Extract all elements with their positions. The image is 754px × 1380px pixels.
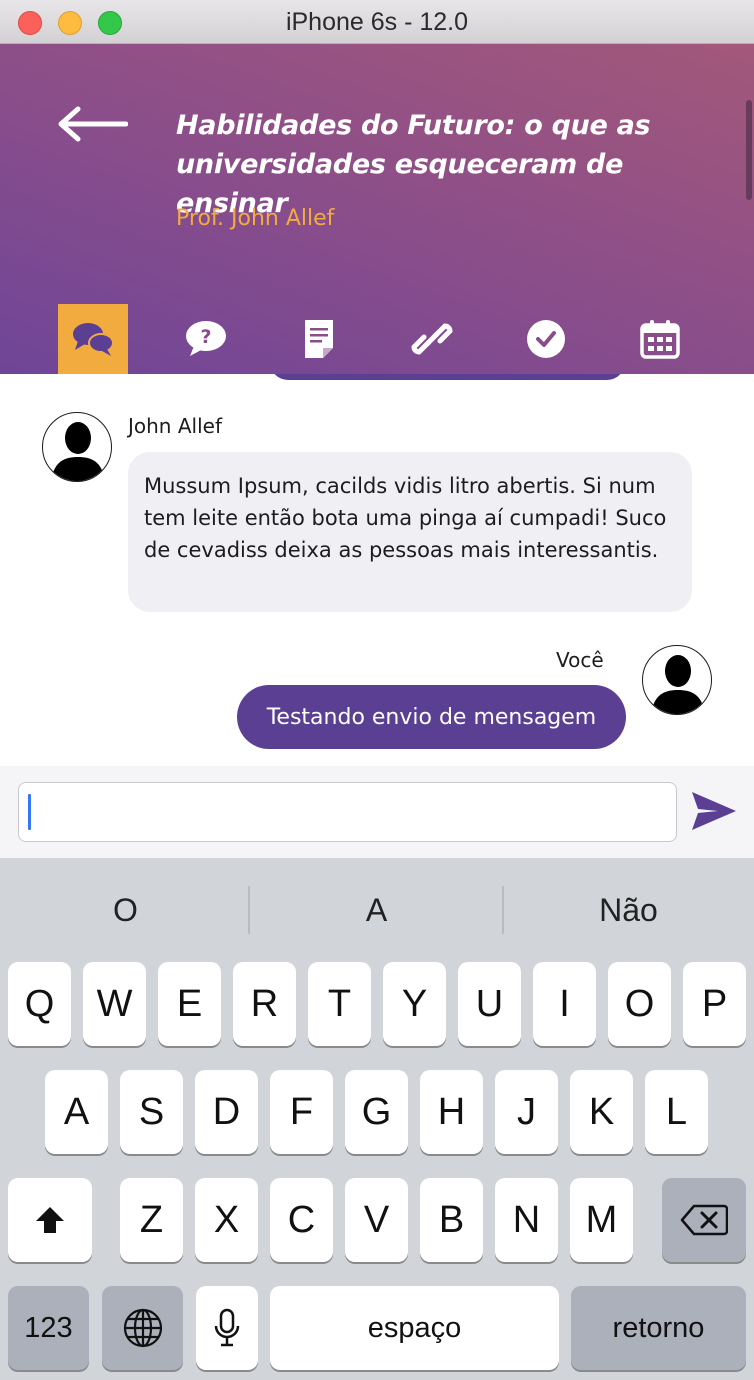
professor-name: Prof. John Allef bbox=[176, 206, 335, 231]
course-header: Habilidades do Futuro: o que as universi… bbox=[0, 44, 754, 374]
link-icon bbox=[411, 323, 453, 355]
tab-calendar[interactable] bbox=[625, 304, 695, 374]
key-y[interactable]: Y bbox=[383, 962, 446, 1046]
globe-icon bbox=[123, 1308, 162, 1348]
key-i[interactable]: I bbox=[533, 962, 596, 1046]
key-w[interactable]: W bbox=[83, 962, 146, 1046]
tab-documents[interactable] bbox=[284, 304, 354, 374]
key-r[interactable]: R bbox=[233, 962, 296, 1046]
key-t[interactable]: T bbox=[308, 962, 371, 1046]
suggestion-divider bbox=[248, 886, 250, 934]
backspace-icon bbox=[680, 1204, 728, 1236]
key-d[interactable]: D bbox=[195, 1070, 258, 1154]
key-m[interactable]: M bbox=[570, 1178, 633, 1262]
calendar-icon bbox=[640, 320, 680, 359]
back-arrow-icon[interactable] bbox=[56, 106, 128, 142]
key-l[interactable]: L bbox=[645, 1070, 708, 1154]
tab-links[interactable] bbox=[397, 304, 467, 374]
message-composer bbox=[0, 766, 754, 858]
window-titlebar: iPhone 6s - 12.0 bbox=[0, 0, 754, 44]
outgoing-message-bubble: Testando envio de mensagem bbox=[237, 685, 626, 749]
key-f[interactable]: F bbox=[270, 1070, 333, 1154]
microphone-icon bbox=[214, 1308, 240, 1347]
predictive-bar: O A Não bbox=[0, 858, 754, 962]
tab-chat[interactable] bbox=[58, 304, 128, 374]
key-u[interactable]: U bbox=[458, 962, 521, 1046]
key-p[interactable]: P bbox=[683, 962, 746, 1046]
svg-text:?: ? bbox=[200, 326, 211, 348]
user-silhouette-icon bbox=[651, 655, 705, 714]
key-g[interactable]: G bbox=[345, 1070, 408, 1154]
numbers-key[interactable]: 123 bbox=[8, 1286, 89, 1370]
suggestion-3[interactable]: Não bbox=[503, 884, 754, 936]
key-b[interactable]: B bbox=[420, 1178, 483, 1262]
backspace-key[interactable] bbox=[662, 1178, 746, 1262]
key-z[interactable]: Z bbox=[120, 1178, 183, 1262]
return-key[interactable]: retorno bbox=[571, 1286, 746, 1370]
window-title: iPhone 6s - 12.0 bbox=[285, 8, 469, 36]
chat-area[interactable]: John Allef Mussum Ipsum, cacilds vidis l… bbox=[0, 374, 754, 766]
suggestion-1[interactable]: O bbox=[0, 884, 251, 936]
key-a[interactable]: A bbox=[45, 1070, 108, 1154]
checkmark-circle-icon bbox=[527, 320, 565, 358]
key-s[interactable]: S bbox=[120, 1070, 183, 1154]
message-sender: John Allef bbox=[128, 414, 222, 438]
onscreen-keyboard: O A Não Q W E R T Y U I O P A S D F G H … bbox=[0, 858, 754, 1380]
previous-message-bubble bbox=[270, 374, 625, 380]
key-j[interactable]: J bbox=[495, 1070, 558, 1154]
chat-bubbles-icon bbox=[73, 323, 114, 356]
shift-arrow-icon bbox=[36, 1207, 64, 1233]
avatar bbox=[642, 645, 712, 715]
key-n[interactable]: N bbox=[495, 1178, 558, 1262]
text-cursor bbox=[28, 794, 31, 830]
scrollbar[interactable] bbox=[746, 100, 752, 200]
key-q[interactable]: Q bbox=[8, 962, 71, 1046]
suggestion-2[interactable]: A bbox=[251, 884, 502, 936]
key-c[interactable]: C bbox=[270, 1178, 333, 1262]
key-e[interactable]: E bbox=[158, 962, 221, 1046]
message-sender: Você bbox=[556, 648, 604, 672]
tab-questions[interactable]: ? bbox=[171, 304, 241, 374]
send-icon[interactable] bbox=[690, 790, 738, 832]
message-input[interactable] bbox=[18, 782, 677, 842]
dictation-key[interactable] bbox=[196, 1286, 258, 1370]
course-title-line-1: Habilidades do Futuro: o que as bbox=[176, 110, 651, 141]
tab-tasks[interactable] bbox=[511, 304, 581, 374]
incoming-message-bubble: Mussum Ipsum, cacilds vidis litro aberti… bbox=[128, 452, 692, 612]
avatar bbox=[42, 412, 112, 482]
space-key[interactable]: espaço bbox=[270, 1286, 559, 1370]
key-x[interactable]: X bbox=[195, 1178, 258, 1262]
user-silhouette-icon bbox=[51, 422, 105, 481]
language-key[interactable] bbox=[102, 1286, 183, 1370]
key-k[interactable]: K bbox=[570, 1070, 633, 1154]
key-o[interactable]: O bbox=[608, 962, 671, 1046]
document-icon bbox=[305, 320, 333, 358]
key-h[interactable]: H bbox=[420, 1070, 483, 1154]
course-tabs: ? bbox=[0, 304, 754, 374]
key-v[interactable]: V bbox=[345, 1178, 408, 1262]
question-bubble-icon: ? bbox=[186, 321, 226, 356]
shift-key[interactable] bbox=[8, 1178, 92, 1262]
